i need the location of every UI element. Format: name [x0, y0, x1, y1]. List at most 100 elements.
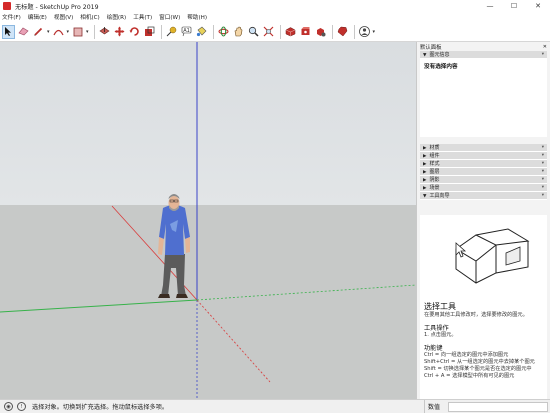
arc-tool-button[interactable]	[52, 25, 65, 39]
tray-close-icon[interactable]: ✕	[543, 44, 547, 50]
no-selection-text: 没有选择内容	[424, 64, 458, 70]
info-icon[interactable]: !	[17, 402, 26, 411]
green-axis-dotted	[196, 284, 416, 301]
menu-view[interactable]: 视图(V)	[54, 13, 73, 21]
pencil-icon	[34, 27, 43, 36]
panel-styles[interactable]: ▶ 样式 ▾	[420, 160, 547, 168]
panel-label: 图层	[429, 169, 440, 175]
axes-layer	[0, 42, 416, 399]
collapsed-triangle-icon: ▶	[423, 146, 427, 151]
green-axis	[0, 299, 198, 313]
account-button[interactable]	[358, 25, 371, 39]
measurements-box[interactable]	[448, 402, 548, 412]
pan-icon	[234, 26, 242, 37]
tape-measure-tool-button[interactable]	[165, 25, 178, 39]
entity-info-panel-header[interactable]: ▼ 图元信息 ▾	[420, 51, 547, 59]
panel-menu-icon[interactable]: ▾	[542, 185, 544, 190]
instructor-op-heading: 工具操作	[424, 325, 449, 332]
panel-scenes[interactable]: ▶ 场景 ▾	[420, 184, 547, 192]
toolbar-divider	[212, 24, 214, 39]
panel-layers[interactable]: ▶ 图层 ▾	[420, 168, 547, 176]
zoom-extents-tool-button[interactable]	[262, 25, 275, 39]
panel-label: 场景	[429, 185, 440, 191]
rectangle-tool-button[interactable]	[71, 25, 84, 39]
toolbar-divider	[160, 24, 162, 39]
tray-title-bar: 默认面板 ✕	[417, 42, 550, 51]
ruby-icon	[337, 26, 347, 37]
instructor-key: Ctrl + A = 选择模型中所有可见的图元	[424, 373, 515, 379]
rectangle-icon	[73, 27, 82, 36]
3d-warehouse-button[interactable]	[284, 25, 297, 39]
extension-warehouse-icon	[301, 27, 310, 35]
orbit-icon	[217, 26, 229, 37]
toolbar-divider	[331, 24, 333, 39]
menu-window[interactable]: 窗口(W)	[159, 13, 180, 21]
menu-file[interactable]: 文件(F)	[2, 13, 21, 21]
ruby-console-button[interactable]	[336, 25, 349, 39]
collapsed-triangle-icon: ▶	[423, 178, 427, 183]
instructor-key: Shift+Ctrl = 从一组选定的图元中去掉某个图元	[424, 359, 535, 365]
panel-menu-icon[interactable]: ▾	[542, 153, 544, 158]
instructor-title: 选择工具	[424, 302, 456, 311]
select-tool-illustration	[455, 228, 530, 284]
panel-close-icon[interactable]: ▾	[542, 52, 544, 57]
toolbar-divider	[279, 24, 281, 39]
extension-manager-button[interactable]	[314, 25, 327, 39]
arc-dropdown-icon[interactable]: ▾	[67, 29, 70, 35]
push-pull-tool-button[interactable]	[98, 25, 111, 39]
expanded-triangle-icon: ▼	[423, 194, 427, 199]
maximize-button[interactable]: ☐	[502, 0, 526, 12]
move-tool-button[interactable]	[113, 25, 126, 39]
panel-label: 工具向导	[429, 193, 450, 199]
select-tool-button[interactable]	[2, 24, 15, 39]
pencil-tool-button[interactable]	[32, 25, 45, 39]
status-bar: ◉ ! 选择对象。切换到扩充选择。拖动鼠标选择多项。 数值	[0, 399, 550, 413]
arc-icon	[52, 29, 64, 35]
paint-bucket-tool-button[interactable]	[195, 25, 208, 39]
minimize-button[interactable]: —	[478, 0, 502, 12]
zoom-icon	[248, 26, 259, 37]
eraser-icon	[18, 27, 29, 36]
expanded-triangle-icon: ▼	[423, 53, 427, 58]
menu-camera[interactable]: 相机(C)	[80, 13, 99, 21]
zoom-extents-icon	[263, 26, 273, 37]
menu-tools[interactable]: 工具(T)	[133, 13, 152, 21]
panel-menu-icon[interactable]: ▾	[542, 177, 544, 182]
panel-shadows[interactable]: ▶ 阴影 ▾	[420, 176, 547, 184]
menu-draw[interactable]: 绘图(R)	[107, 13, 126, 21]
zoom-tool-button[interactable]	[247, 25, 260, 39]
scale-icon	[144, 26, 154, 36]
menu-help[interactable]: 帮助(H)	[187, 13, 207, 21]
instructor-op-item: 1. 点击图元。	[424, 332, 457, 338]
panel-menu-icon[interactable]: ▾	[542, 169, 544, 174]
instructor-keys-heading: 功能键	[424, 345, 443, 352]
measurements-label: 数值	[424, 400, 440, 413]
pan-tool-button[interactable]	[232, 25, 245, 39]
geo-location-icon[interactable]: ◉	[4, 402, 13, 411]
status-text: 选择对象。切换到扩充选择。拖动鼠标选择多项。	[32, 404, 169, 411]
rectangle-dropdown-icon[interactable]: ▾	[86, 29, 89, 35]
extension-warehouse-button[interactable]	[299, 25, 312, 39]
rotate-tool-button[interactable]	[128, 25, 141, 39]
drawing-area[interactable]	[0, 42, 416, 399]
eraser-tool-button[interactable]	[17, 25, 30, 39]
panel-materials[interactable]: ▶ 材质 ▾	[420, 144, 547, 152]
move-icon	[114, 26, 125, 37]
scale-tool-button[interactable]	[143, 25, 156, 39]
menu-edit[interactable]: 编辑(E)	[28, 13, 47, 21]
panel-menu-icon[interactable]: ▾	[542, 161, 544, 166]
warehouse-icon	[285, 27, 295, 37]
panel-components[interactable]: ▶ 组件 ▾	[420, 152, 547, 160]
pencil-dropdown-icon[interactable]: ▾	[47, 29, 50, 35]
orbit-tool-button[interactable]	[217, 25, 230, 39]
close-button[interactable]: ✕	[526, 0, 550, 12]
entity-info-title: 图元信息	[429, 52, 450, 58]
text-tool-button[interactable]: A1	[180, 25, 193, 39]
panel-label: 组件	[429, 153, 440, 159]
panel-menu-icon[interactable]: ▾	[542, 193, 544, 198]
select-icon	[5, 27, 11, 36]
panel-instructor[interactable]: ▼ 工具向导 ▾	[420, 192, 547, 200]
panel-menu-icon[interactable]: ▾	[542, 145, 544, 150]
account-dropdown-icon[interactable]: ▾	[373, 29, 376, 35]
account-icon	[358, 26, 370, 37]
